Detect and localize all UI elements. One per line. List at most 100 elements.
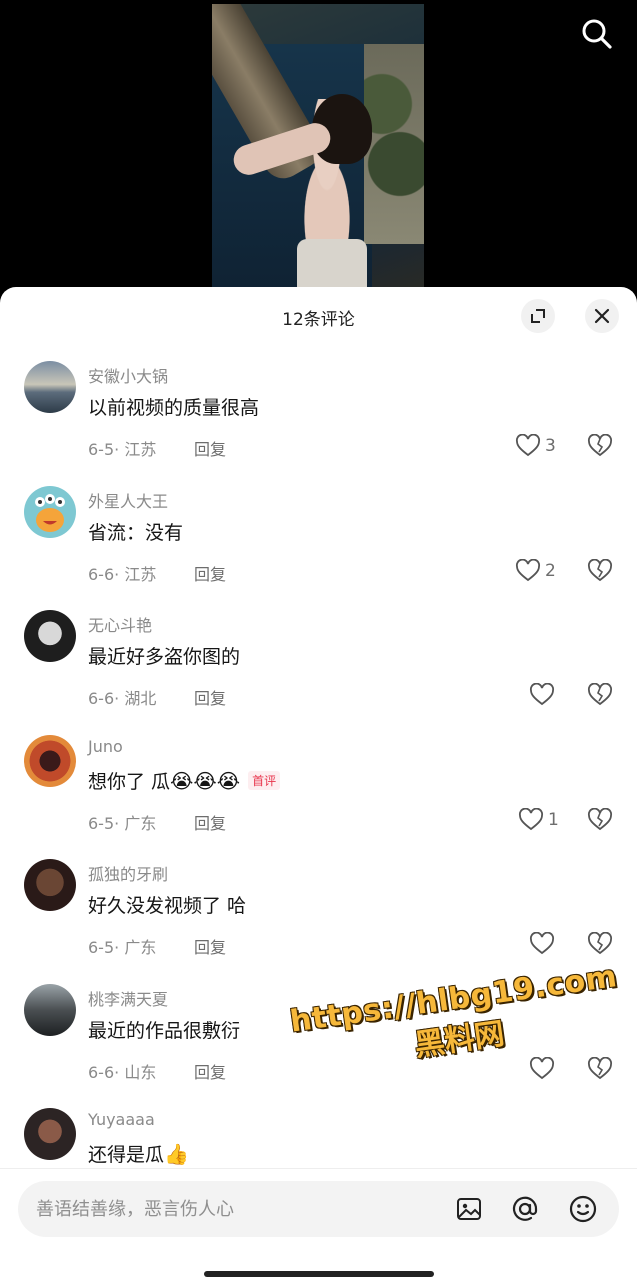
reply-button[interactable]: 回复 — [194, 1059, 226, 1083]
video-area[interactable] — [0, 0, 637, 300]
expand-button[interactable] — [521, 299, 555, 333]
close-button[interactable] — [585, 299, 619, 333]
comment-location: 湖北 — [124, 689, 157, 708]
broken-heart-icon — [588, 807, 612, 830]
comment-text: 省流：没有 — [88, 521, 184, 544]
like-button[interactable] — [529, 680, 555, 710]
comment-username[interactable]: 孤独的牙刷 — [88, 861, 168, 885]
heart-icon — [516, 558, 540, 581]
reply-button[interactable]: 回复 — [194, 685, 226, 709]
comment-meta: 6-5· 江苏 — [88, 440, 157, 459]
broken-heart-icon — [588, 434, 612, 457]
comment-username[interactable]: 外星人大王 — [88, 488, 168, 512]
comment-meta: 6-6· 山东 — [88, 1062, 157, 1082]
broken-heart-icon — [588, 1056, 612, 1079]
image-button[interactable] — [453, 1193, 485, 1225]
heart-icon — [530, 932, 554, 955]
comment-date: 6-5 — [88, 813, 115, 833]
comment-item: 安徽小大锅 以前视频的质量很高 6-5· 江苏 回复 3 — [0, 345, 637, 470]
comment-item: 桃李满天夏 最近的作品很敷衍 6-6· 山东 回复 — [0, 968, 637, 1093]
like-button[interactable]: 1 — [518, 805, 559, 835]
like-count: 3 — [545, 436, 556, 456]
comment-location: 江苏 — [124, 440, 157, 459]
close-icon — [594, 308, 610, 324]
avatar[interactable] — [24, 610, 76, 662]
alien-avatar-art — [35, 493, 65, 532]
comment-item: Juno 想你了 瓜😭😭😭 首评 6-5· 广东 回复 1 — [0, 719, 637, 844]
heart-icon — [516, 434, 540, 457]
video-plants — [364, 44, 424, 244]
dislike-button[interactable] — [587, 929, 613, 959]
reply-button[interactable]: 回复 — [194, 561, 226, 585]
like-button[interactable] — [529, 929, 555, 959]
comment-item: 外星人大王 省流：没有 6-6· 江苏 回复 2 — [0, 470, 637, 595]
avatar[interactable] — [24, 1108, 76, 1160]
emoji-button[interactable] — [567, 1193, 599, 1225]
thumbs-up-emoji: 👍 — [164, 1142, 189, 1166]
comment-date: 6-6 — [88, 689, 115, 708]
expand-icon — [531, 309, 545, 323]
avatar[interactable] — [24, 734, 76, 787]
broken-heart-icon — [588, 683, 612, 706]
comment-date: 6-5 — [88, 938, 115, 957]
dislike-button[interactable] — [587, 680, 613, 710]
comment-username[interactable]: Juno — [88, 737, 123, 756]
comment-input-area — [0, 1168, 637, 1280]
at-icon — [512, 1196, 538, 1221]
avatar[interactable] — [24, 361, 76, 413]
search-button[interactable] — [579, 16, 615, 52]
like-button[interactable]: 3 — [515, 431, 556, 461]
crying-emoji: 😭😭😭 — [170, 768, 241, 793]
comment-date: 6-6 — [88, 1062, 115, 1082]
comment-location: 广东 — [124, 938, 157, 957]
comment-meta: 6-6· 湖北 — [88, 689, 157, 708]
reply-button[interactable]: 回复 — [194, 934, 226, 958]
emoji-icon — [569, 1195, 597, 1223]
dislike-button[interactable] — [587, 431, 613, 461]
comment-text: 最近好多盗你图的 — [88, 646, 241, 668]
comment-item: Yuyaaaa 还得是瓜👍 — [0, 1092, 637, 1167]
reply-button[interactable]: 回复 — [194, 436, 226, 460]
avatar[interactable] — [24, 859, 76, 911]
comment-location: 江苏 — [124, 564, 157, 584]
video-person-skirt — [297, 239, 367, 294]
comment-input-bar[interactable] — [18, 1181, 619, 1237]
comment-username[interactable]: Yuyaaaa — [88, 1110, 155, 1129]
comment-username[interactable]: 无心斗艳 — [88, 612, 152, 636]
comment-text-body: 想你了 瓜 — [88, 770, 171, 793]
like-button[interactable] — [529, 1054, 555, 1084]
comment-item: 无心斗艳 最近好多盗你图的 6-6· 湖北 回复 — [0, 594, 637, 719]
comment-username[interactable]: 安徽小大锅 — [88, 363, 168, 387]
comment-meta: 6-5· 广东 — [88, 813, 157, 833]
comment-meta: 6-6· 江苏 — [88, 564, 157, 584]
comment-date: 6-6 — [88, 564, 115, 584]
comment-username[interactable]: 桃李满天夏 — [88, 986, 168, 1010]
first-comment-badge: 首评 — [248, 770, 281, 790]
like-count: 2 — [545, 560, 556, 581]
comment-list[interactable]: 安徽小大锅 以前视频的质量很高 6-5· 江苏 回复 3 外星人大王 省流：没有… — [0, 345, 637, 1167]
comment-sheet: 12条评论 安徽小大锅 以前视频的质量很高 6-5· 江苏 回复 3 外星人大王… — [0, 287, 637, 1280]
broken-heart-icon — [588, 558, 612, 581]
dislike-button[interactable] — [587, 805, 613, 835]
mention-button[interactable] — [509, 1193, 541, 1225]
sheet-header: 12条评论 — [0, 287, 637, 345]
avatar[interactable] — [24, 485, 76, 538]
comment-text-body: 还得是瓜 — [88, 1144, 165, 1166]
comment-text: 想你了 瓜😭😭😭 首评 — [88, 767, 281, 794]
home-indicator[interactable] — [204, 1271, 434, 1277]
broken-heart-icon — [588, 932, 612, 955]
comment-location: 山东 — [124, 1062, 157, 1082]
dislike-button[interactable] — [587, 1054, 613, 1084]
comment-text: 好久没发视频了 哈 — [88, 895, 247, 917]
dislike-button[interactable] — [587, 556, 613, 586]
heart-icon — [519, 807, 543, 830]
comment-input[interactable] — [36, 1181, 436, 1237]
reply-button[interactable]: 回复 — [194, 810, 226, 834]
video-thumbnail[interactable] — [212, 4, 424, 294]
image-icon — [457, 1198, 481, 1220]
avatar[interactable] — [24, 983, 76, 1036]
like-button[interactable]: 2 — [515, 556, 556, 586]
heart-icon — [530, 1056, 554, 1079]
search-icon — [582, 19, 612, 49]
like-count: 1 — [548, 809, 559, 830]
